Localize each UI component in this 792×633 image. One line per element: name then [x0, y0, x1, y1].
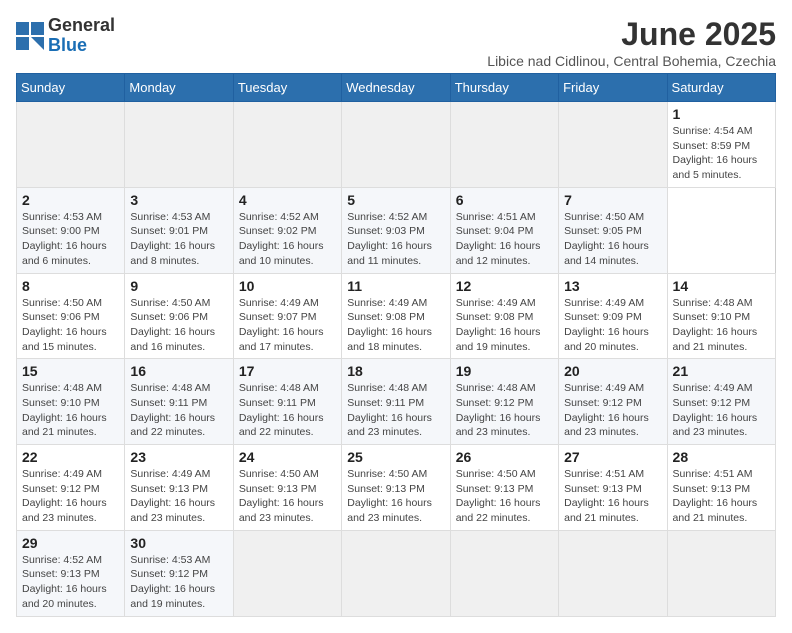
calendar-day-21: 21 Sunrise: 4:49 AMSunset: 9:12 PMDaylig… — [667, 359, 775, 445]
calendar-week-5: 22 Sunrise: 4:49 AMSunset: 9:12 PMDaylig… — [17, 445, 776, 531]
calendar-day-3: 3 Sunrise: 4:53 AMSunset: 9:01 PMDayligh… — [125, 187, 233, 273]
dow-header-thursday: Thursday — [450, 74, 558, 102]
empty-cell — [342, 102, 450, 188]
title-block: June 2025 Libice nad Cidlinou, Central B… — [487, 16, 776, 69]
empty-cell — [233, 530, 341, 616]
empty-cell — [342, 530, 450, 616]
calendar-day-30: 30 Sunrise: 4:53 AMSunset: 9:12 PMDaylig… — [125, 530, 233, 616]
calendar-day-20: 20 Sunrise: 4:49 AMSunset: 9:12 PMDaylig… — [559, 359, 667, 445]
calendar-day-12: 12 Sunrise: 4:49 AMSunset: 9:08 PMDaylig… — [450, 273, 558, 359]
calendar-day-1: 1 Sunrise: 4:54 AMSunset: 8:59 PMDayligh… — [667, 102, 775, 188]
calendar-day-25: 25 Sunrise: 4:50 AMSunset: 9:13 PMDaylig… — [342, 445, 450, 531]
calendar-day-13: 13 Sunrise: 4:49 AMSunset: 9:09 PMDaylig… — [559, 273, 667, 359]
calendar-day-24: 24 Sunrise: 4:50 AMSunset: 9:13 PMDaylig… — [233, 445, 341, 531]
calendar-day-5: 5 Sunrise: 4:52 AMSunset: 9:03 PMDayligh… — [342, 187, 450, 273]
calendar-day-16: 16 Sunrise: 4:48 AMSunset: 9:11 PMDaylig… — [125, 359, 233, 445]
empty-cell — [17, 102, 125, 188]
empty-cell — [125, 102, 233, 188]
location-subtitle: Libice nad Cidlinou, Central Bohemia, Cz… — [487, 53, 776, 69]
month-title: June 2025 — [487, 16, 776, 53]
calendar-day-19: 19 Sunrise: 4:48 AMSunset: 9:12 PMDaylig… — [450, 359, 558, 445]
calendar-day-22: 22 Sunrise: 4:49 AMSunset: 9:12 PMDaylig… — [17, 445, 125, 531]
calendar-day-8: 8 Sunrise: 4:50 AMSunset: 9:06 PMDayligh… — [17, 273, 125, 359]
empty-cell — [559, 530, 667, 616]
calendar-day-27: 27 Sunrise: 4:51 AMSunset: 9:13 PMDaylig… — [559, 445, 667, 531]
dow-header-saturday: Saturday — [667, 74, 775, 102]
calendar-day-15: 15 Sunrise: 4:48 AMSunset: 9:10 PMDaylig… — [17, 359, 125, 445]
calendar-body: 1 Sunrise: 4:54 AMSunset: 8:59 PMDayligh… — [17, 102, 776, 617]
calendar-day-9: 9 Sunrise: 4:50 AMSunset: 9:06 PMDayligh… — [125, 273, 233, 359]
calendar-week-6: 29 Sunrise: 4:52 AMSunset: 9:13 PMDaylig… — [17, 530, 776, 616]
calendar-day-2: 2 Sunrise: 4:53 AMSunset: 9:00 PMDayligh… — [17, 187, 125, 273]
logo: General Blue — [16, 16, 115, 56]
calendar-week-4: 15 Sunrise: 4:48 AMSunset: 9:10 PMDaylig… — [17, 359, 776, 445]
calendar-day-14: 14 Sunrise: 4:48 AMSunset: 9:10 PMDaylig… — [667, 273, 775, 359]
calendar-day-28: 28 Sunrise: 4:51 AMSunset: 9:13 PMDaylig… — [667, 445, 775, 531]
calendar-week-3: 8 Sunrise: 4:50 AMSunset: 9:06 PMDayligh… — [17, 273, 776, 359]
calendar-day-26: 26 Sunrise: 4:50 AMSunset: 9:13 PMDaylig… — [450, 445, 558, 531]
calendar-day-7: 7 Sunrise: 4:50 AMSunset: 9:05 PMDayligh… — [559, 187, 667, 273]
calendar-table: SundayMondayTuesdayWednesdayThursdayFrid… — [16, 73, 776, 617]
empty-cell — [667, 530, 775, 616]
empty-cell — [450, 102, 558, 188]
logo-blue-text: Blue — [48, 35, 87, 55]
calendar-day-17: 17 Sunrise: 4:48 AMSunset: 9:11 PMDaylig… — [233, 359, 341, 445]
days-of-week-row: SundayMondayTuesdayWednesdayThursdayFrid… — [17, 74, 776, 102]
dow-header-sunday: Sunday — [17, 74, 125, 102]
dow-header-wednesday: Wednesday — [342, 74, 450, 102]
calendar-day-10: 10 Sunrise: 4:49 AMSunset: 9:07 PMDaylig… — [233, 273, 341, 359]
dow-header-monday: Monday — [125, 74, 233, 102]
header: General Blue June 2025 Libice nad Cidlin… — [16, 16, 776, 69]
calendar-day-6: 6 Sunrise: 4:51 AMSunset: 9:04 PMDayligh… — [450, 187, 558, 273]
empty-cell — [233, 102, 341, 188]
logo-icon — [16, 22, 44, 50]
dow-header-tuesday: Tuesday — [233, 74, 341, 102]
calendar-day-11: 11 Sunrise: 4:49 AMSunset: 9:08 PMDaylig… — [342, 273, 450, 359]
calendar-day-18: 18 Sunrise: 4:48 AMSunset: 9:11 PMDaylig… — [342, 359, 450, 445]
calendar-week-1: 1 Sunrise: 4:54 AMSunset: 8:59 PMDayligh… — [17, 102, 776, 188]
calendar-day-4: 4 Sunrise: 4:52 AMSunset: 9:02 PMDayligh… — [233, 187, 341, 273]
empty-cell — [559, 102, 667, 188]
empty-cell — [450, 530, 558, 616]
calendar-day-29: 29 Sunrise: 4:52 AMSunset: 9:13 PMDaylig… — [17, 530, 125, 616]
calendar-day-23: 23 Sunrise: 4:49 AMSunset: 9:13 PMDaylig… — [125, 445, 233, 531]
dow-header-friday: Friday — [559, 74, 667, 102]
logo-general-text: General — [48, 15, 115, 35]
calendar-week-2: 2 Sunrise: 4:53 AMSunset: 9:00 PMDayligh… — [17, 187, 776, 273]
